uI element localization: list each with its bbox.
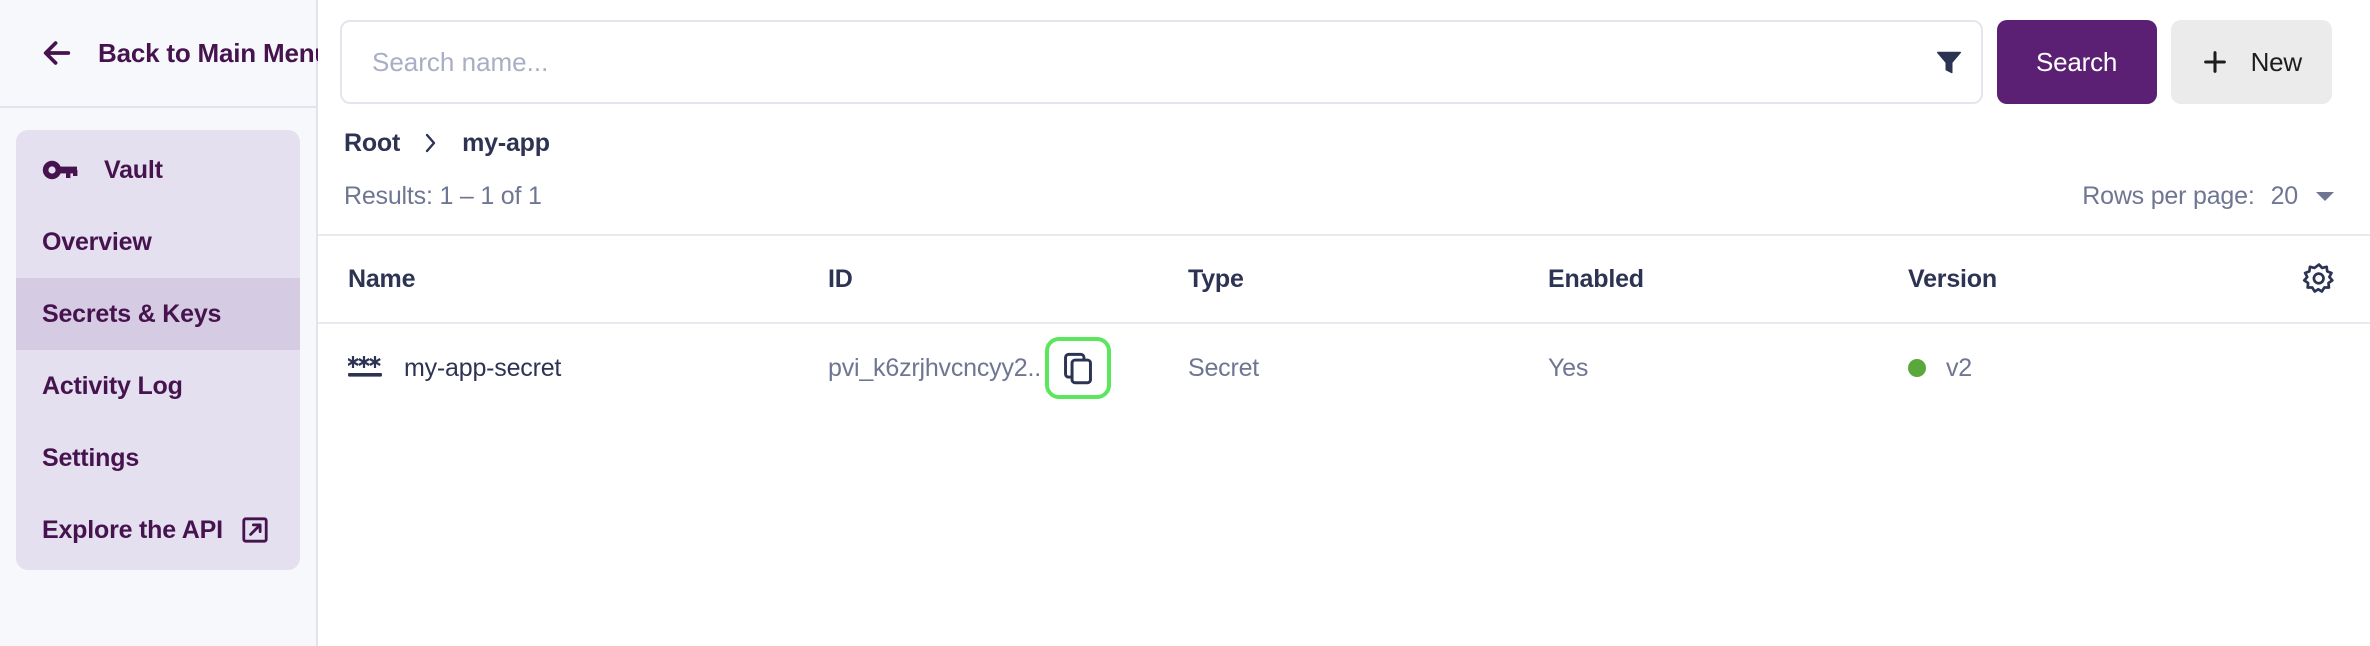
sidebar-item-label: Activity Log [42,371,183,400]
cell-id: pvi_k6zrjhvcncyy2.. [828,337,1188,399]
search-input[interactable] [342,22,1917,102]
status-dot [1908,359,1926,377]
breadcrumb-item-root[interactable]: Root [344,129,400,158]
version-label: v2 [1946,353,1973,382]
sidebar-item-vault[interactable]: Vault [16,134,300,206]
sidebar-item-secrets-and-keys[interactable]: Secrets & Keys [16,278,300,350]
table-settings-button[interactable] [2276,262,2336,296]
sidebar: Back to Main Menu Vault Overview Secrets… [0,0,330,646]
sidebar-item-label: Settings [42,443,140,472]
rows-per-page-label: Rows per page: [2082,181,2255,210]
new-button-label: New [2250,46,2303,77]
table-row[interactable]: my-app-secret pvi_k6zrjhvcncyy2.. Secret… [318,324,2370,412]
sidebar-item-settings[interactable]: Settings [16,422,300,494]
copy-icon [1063,352,1092,385]
sidebar-item-label: Vault [104,155,163,184]
chevron-right-icon [425,133,436,153]
breadcrumb-item-current[interactable]: my-app [462,129,550,158]
secret-id: pvi_k6zrjhvcncyy2.. [828,353,1041,382]
external-link-icon [242,517,268,543]
filter-button[interactable] [1917,20,1981,104]
secret-asterisks-icon [348,356,382,377]
column-header-id: ID [828,264,853,293]
key-icon [42,160,78,180]
column-header-name: Name [348,264,416,293]
main-content: Search New Root my-app Results: 1 – 1 of… [318,0,2370,646]
column-header-version: Version [1908,264,1997,293]
cell-name: my-app-secret [332,353,828,383]
cell-type: Secret [1188,353,1260,382]
cell-version: v2 [1908,354,2276,383]
search-button[interactable]: Search [1996,20,2157,104]
copy-id-button[interactable] [1044,337,1111,399]
sidebar-nav: Vault Overview Secrets & Keys Activity L… [16,130,300,570]
gear-icon [2302,263,2334,293]
column-header-enabled: Enabled [1548,264,1644,293]
sidebar-item-label: Secrets & Keys [42,299,222,328]
cell-enabled: Yes [1548,353,1589,382]
sidebar-item-overview[interactable]: Overview [16,206,300,278]
secret-name: my-app-secret [404,353,562,382]
results-count: Results: 1 – 1 of 1 [344,181,542,210]
toolbar: Search New [318,0,2370,104]
secrets-table: Name ID Type Enabled Version my-app-secr… [318,234,2370,412]
back-to-main-menu-label: Back to Main Menu [98,37,331,68]
rows-per-page-value: 20 [2270,181,2299,210]
sidebar-item-activity-log[interactable]: Activity Log [16,350,300,422]
arrow-left-icon [43,41,71,65]
breadcrumb: Root my-app [318,104,2370,158]
sidebar-item-label: Explore the API [42,515,223,544]
search-field [340,20,1983,104]
sidebar-item-label: Overview [42,227,152,256]
table-header-row: Name ID Type Enabled Version [318,236,2370,324]
chevron-down-icon [2316,192,2334,201]
plus-icon [2203,51,2226,73]
sidebar-item-explore-the-api[interactable]: Explore the API [16,494,300,566]
app-root: Back to Main Menu Vault Overview Secrets… [0,0,2370,646]
new-button[interactable]: New [2170,20,2332,104]
rows-per-page-selector[interactable]: Rows per page: 20 [2082,182,2336,211]
filter-icon [1936,51,1961,74]
back-to-main-menu-button[interactable]: Back to Main Menu [0,0,330,108]
column-header-type: Type [1188,264,1244,293]
results-row: Results: 1 – 1 of 1 Rows per page: 20 [318,156,2370,218]
